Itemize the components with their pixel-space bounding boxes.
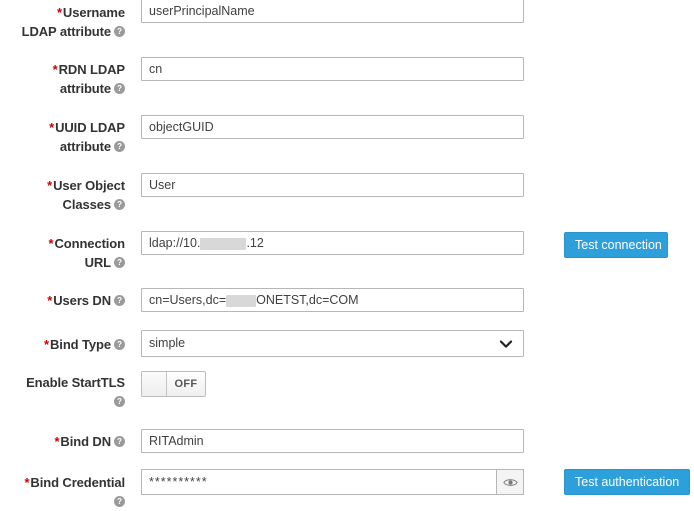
select-bind-type[interactable]: simple [141,330,524,357]
label-text-line2: URL [85,255,111,270]
label-username-ldap-attribute: *Username LDAP attribute [0,3,125,41]
input-connection-url[interactable]: ldap://10. .12 [141,231,524,255]
label-uuid-ldap-attribute: *UUID LDAP attribute [0,118,125,156]
label-text-line1: RDN LDAP [59,62,125,77]
label-text-line1: Bind Type [50,337,111,352]
required-asterisk: * [47,178,52,193]
input-rdn-ldap-attribute[interactable]: cn [141,57,524,81]
required-asterisk: * [53,62,58,77]
label-text-line2: attribute [60,81,111,96]
label-user-object-classes: *User Object Classes [0,176,125,214]
help-circle-icon[interactable] [114,396,125,407]
label-text-line1: UUID LDAP [55,120,125,135]
ldap-settings-form: *Username LDAP attribute userPrincipalNa… [0,0,694,504]
label-text-line2: LDAP attribute [22,24,111,39]
label-rdn-ldap-attribute: *RDN LDAP attribute [0,60,125,98]
bind-credential-input-group: ********** [141,469,524,495]
toggle-knob [142,372,167,396]
toggle-state-label: OFF [167,372,205,396]
input-bind-dn[interactable]: RITAdmin [141,429,524,453]
label-text-line1: User Object [53,178,125,193]
required-asterisk: * [24,475,29,490]
label-text-line1: Bind Credential [30,475,125,490]
label-connection-url: *Connection URL [0,234,125,272]
required-asterisk: * [47,293,52,308]
help-circle-icon[interactable] [114,436,125,447]
label-bind-credential: *Bind Credential [0,473,125,511]
help-circle-icon[interactable] [114,141,125,152]
required-asterisk: * [54,434,59,449]
label-text-line1: Enable StartTLS [26,375,125,390]
users-dn-prefix: cn=Users,dc= [149,293,226,307]
test-authentication-button[interactable]: Test authentication [564,469,690,495]
connection-url-prefix: ldap://10. [149,236,200,250]
redacted-host-segment [200,238,246,250]
users-dn-suffix: ONETST,dc=COM [256,293,358,307]
input-users-dn[interactable]: cn=Users,dc= ONETST,dc=COM [141,288,524,312]
help-circle-icon[interactable] [114,83,125,94]
label-help-line [0,492,125,511]
help-circle-icon[interactable] [114,339,125,350]
help-circle-icon[interactable] [114,257,125,268]
label-text-line1: Connection [55,236,126,251]
label-bind-type: *Bind Type [0,335,125,354]
label-help-line [0,392,125,411]
required-asterisk: * [49,120,54,135]
help-circle-icon[interactable] [114,295,125,306]
label-text-line2: Classes [63,197,111,212]
label-text-line1: Username [63,5,125,20]
eye-icon-glyph [503,477,518,488]
toggle-enable-starttls[interactable]: OFF [141,371,206,397]
label-enable-starttls: Enable StartTLS [0,373,125,411]
label-users-dn: *Users DN [0,291,125,310]
chevron-down-icon [499,337,513,351]
label-text-line2: attribute [60,139,111,154]
test-connection-button[interactable]: Test connection [564,232,668,258]
input-uuid-ldap-attribute[interactable]: objectGUID [141,115,524,139]
label-bind-dn: *Bind DN [0,432,125,451]
help-circle-icon[interactable] [114,26,125,37]
select-bind-type-value: simple [149,336,185,350]
help-circle-icon[interactable] [114,496,125,507]
required-asterisk: * [57,5,62,20]
input-user-object-classes[interactable]: User [141,173,524,197]
label-text-line1: Users DN [53,293,111,308]
input-username-ldap-attribute[interactable]: userPrincipalName [141,0,524,23]
label-text-line1: Bind DN [60,434,111,449]
redacted-domain-segment [226,295,256,307]
eye-icon[interactable] [496,469,524,495]
required-asterisk: * [44,337,49,352]
connection-url-suffix: .12 [246,236,263,250]
required-asterisk: * [49,236,54,251]
help-circle-icon[interactable] [114,199,125,210]
input-bind-credential[interactable]: ********** [141,469,496,495]
